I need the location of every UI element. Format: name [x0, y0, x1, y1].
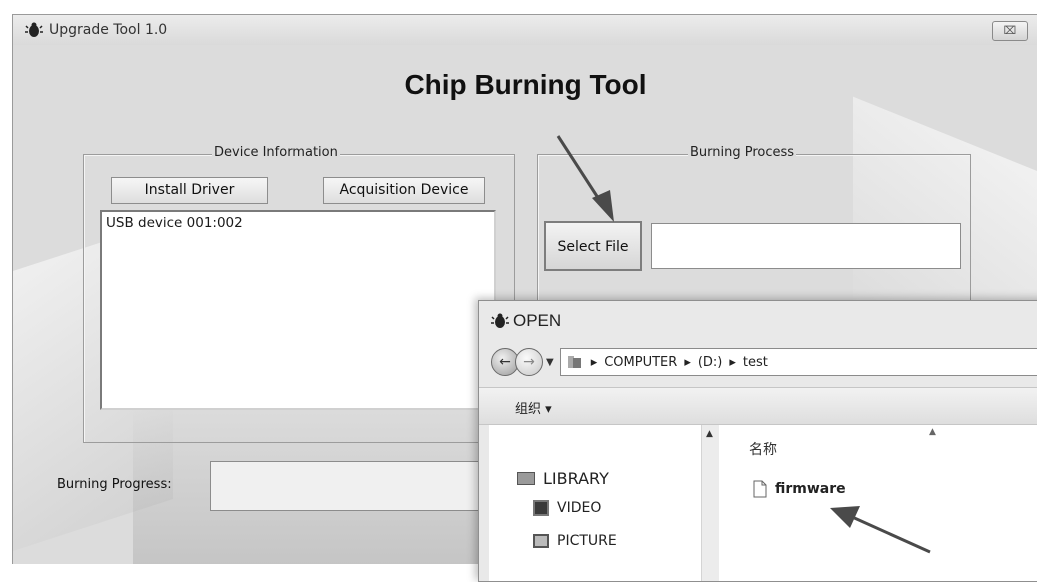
breadcrumb-item[interactable]: COMPUTER: [604, 355, 677, 370]
dialog-title-bar[interactable]: OPEN: [479, 301, 1037, 341]
nav-item-library[interactable]: LIBRARY: [517, 469, 609, 488]
forward-arrow-icon: →: [523, 354, 535, 370]
bug-icon: [491, 313, 509, 328]
burning-progress-bar: [210, 461, 500, 511]
library-icon: [517, 472, 535, 485]
burning-process-title: Burning Process: [688, 145, 797, 160]
forward-button[interactable]: →: [515, 348, 543, 376]
chevron-right-icon: ▸: [684, 354, 691, 370]
list-item[interactable]: USB device 001:002: [106, 215, 490, 231]
open-file-dialog: OPEN ← → ▼ ▸ COMPUTER ▸ (D:) ▸ test 组织 ▾…: [478, 300, 1037, 582]
name-column-header[interactable]: 名称: [749, 439, 777, 459]
history-dropdown-icon[interactable]: ▼: [546, 357, 554, 368]
device-list[interactable]: USB device 001:002: [100, 210, 496, 410]
select-file-button[interactable]: Select File: [544, 221, 642, 271]
burning-progress-label: Burning Progress:: [57, 477, 172, 492]
organize-menu-button[interactable]: 组织 ▾: [515, 398, 552, 417]
sort-ascending-icon: ▲: [929, 427, 936, 437]
dialog-title: OPEN: [513, 311, 562, 330]
install-driver-button[interactable]: Install Driver: [111, 177, 268, 204]
close-icon: ⌧: [1003, 24, 1017, 37]
navigation-bar: ← → ▼ ▸ COMPUTER ▸ (D:) ▸ test: [491, 347, 1037, 377]
folder-icon: [567, 356, 581, 368]
title-bar[interactable]: Upgrade Tool 1.0 ⌧: [13, 15, 1037, 45]
chevron-right-icon: ▸: [729, 354, 736, 370]
navigation-pane: LIBRARY VIDEO PICTURE: [489, 425, 701, 581]
device-information-group: Device Information Install Driver Acquis…: [83, 145, 515, 443]
breadcrumb-item[interactable]: test: [743, 355, 768, 370]
page-title: Chip Burning Tool: [404, 69, 647, 100]
nav-item-video[interactable]: VIDEO: [533, 500, 601, 516]
nav-item-label: PICTURE: [557, 533, 617, 549]
scroll-up-icon[interactable]: ▲: [706, 429, 713, 439]
nav-item-label: VIDEO: [557, 500, 602, 516]
file-icon: [753, 480, 767, 498]
picture-icon: [533, 534, 549, 548]
bug-icon: [25, 22, 43, 37]
back-arrow-icon: ←: [499, 354, 511, 370]
file-path-field[interactable]: [651, 223, 961, 269]
chevron-right-icon: ▸: [590, 354, 598, 370]
close-button[interactable]: ⌧: [992, 21, 1028, 41]
video-icon: [533, 500, 549, 516]
dialog-toolbar: 组织 ▾: [479, 387, 1037, 425]
address-bar[interactable]: ▸ COMPUTER ▸ (D:) ▸ test: [559, 348, 1037, 376]
window-title: Upgrade Tool 1.0: [49, 22, 168, 38]
device-information-title: Device Information: [212, 145, 340, 160]
list-item[interactable]: firmware: [753, 480, 846, 498]
nav-item-label: LIBRARY: [543, 469, 609, 488]
breadcrumb-item[interactable]: (D:): [698, 355, 723, 370]
file-list-pane: 名称 ▲ firmware: [719, 425, 1037, 581]
navigation-scrollbar[interactable]: ▲: [701, 425, 721, 581]
file-name: firmware: [775, 481, 846, 497]
nav-item-picture[interactable]: PICTURE: [533, 533, 617, 549]
acquisition-device-button[interactable]: Acquisition Device: [323, 177, 485, 204]
